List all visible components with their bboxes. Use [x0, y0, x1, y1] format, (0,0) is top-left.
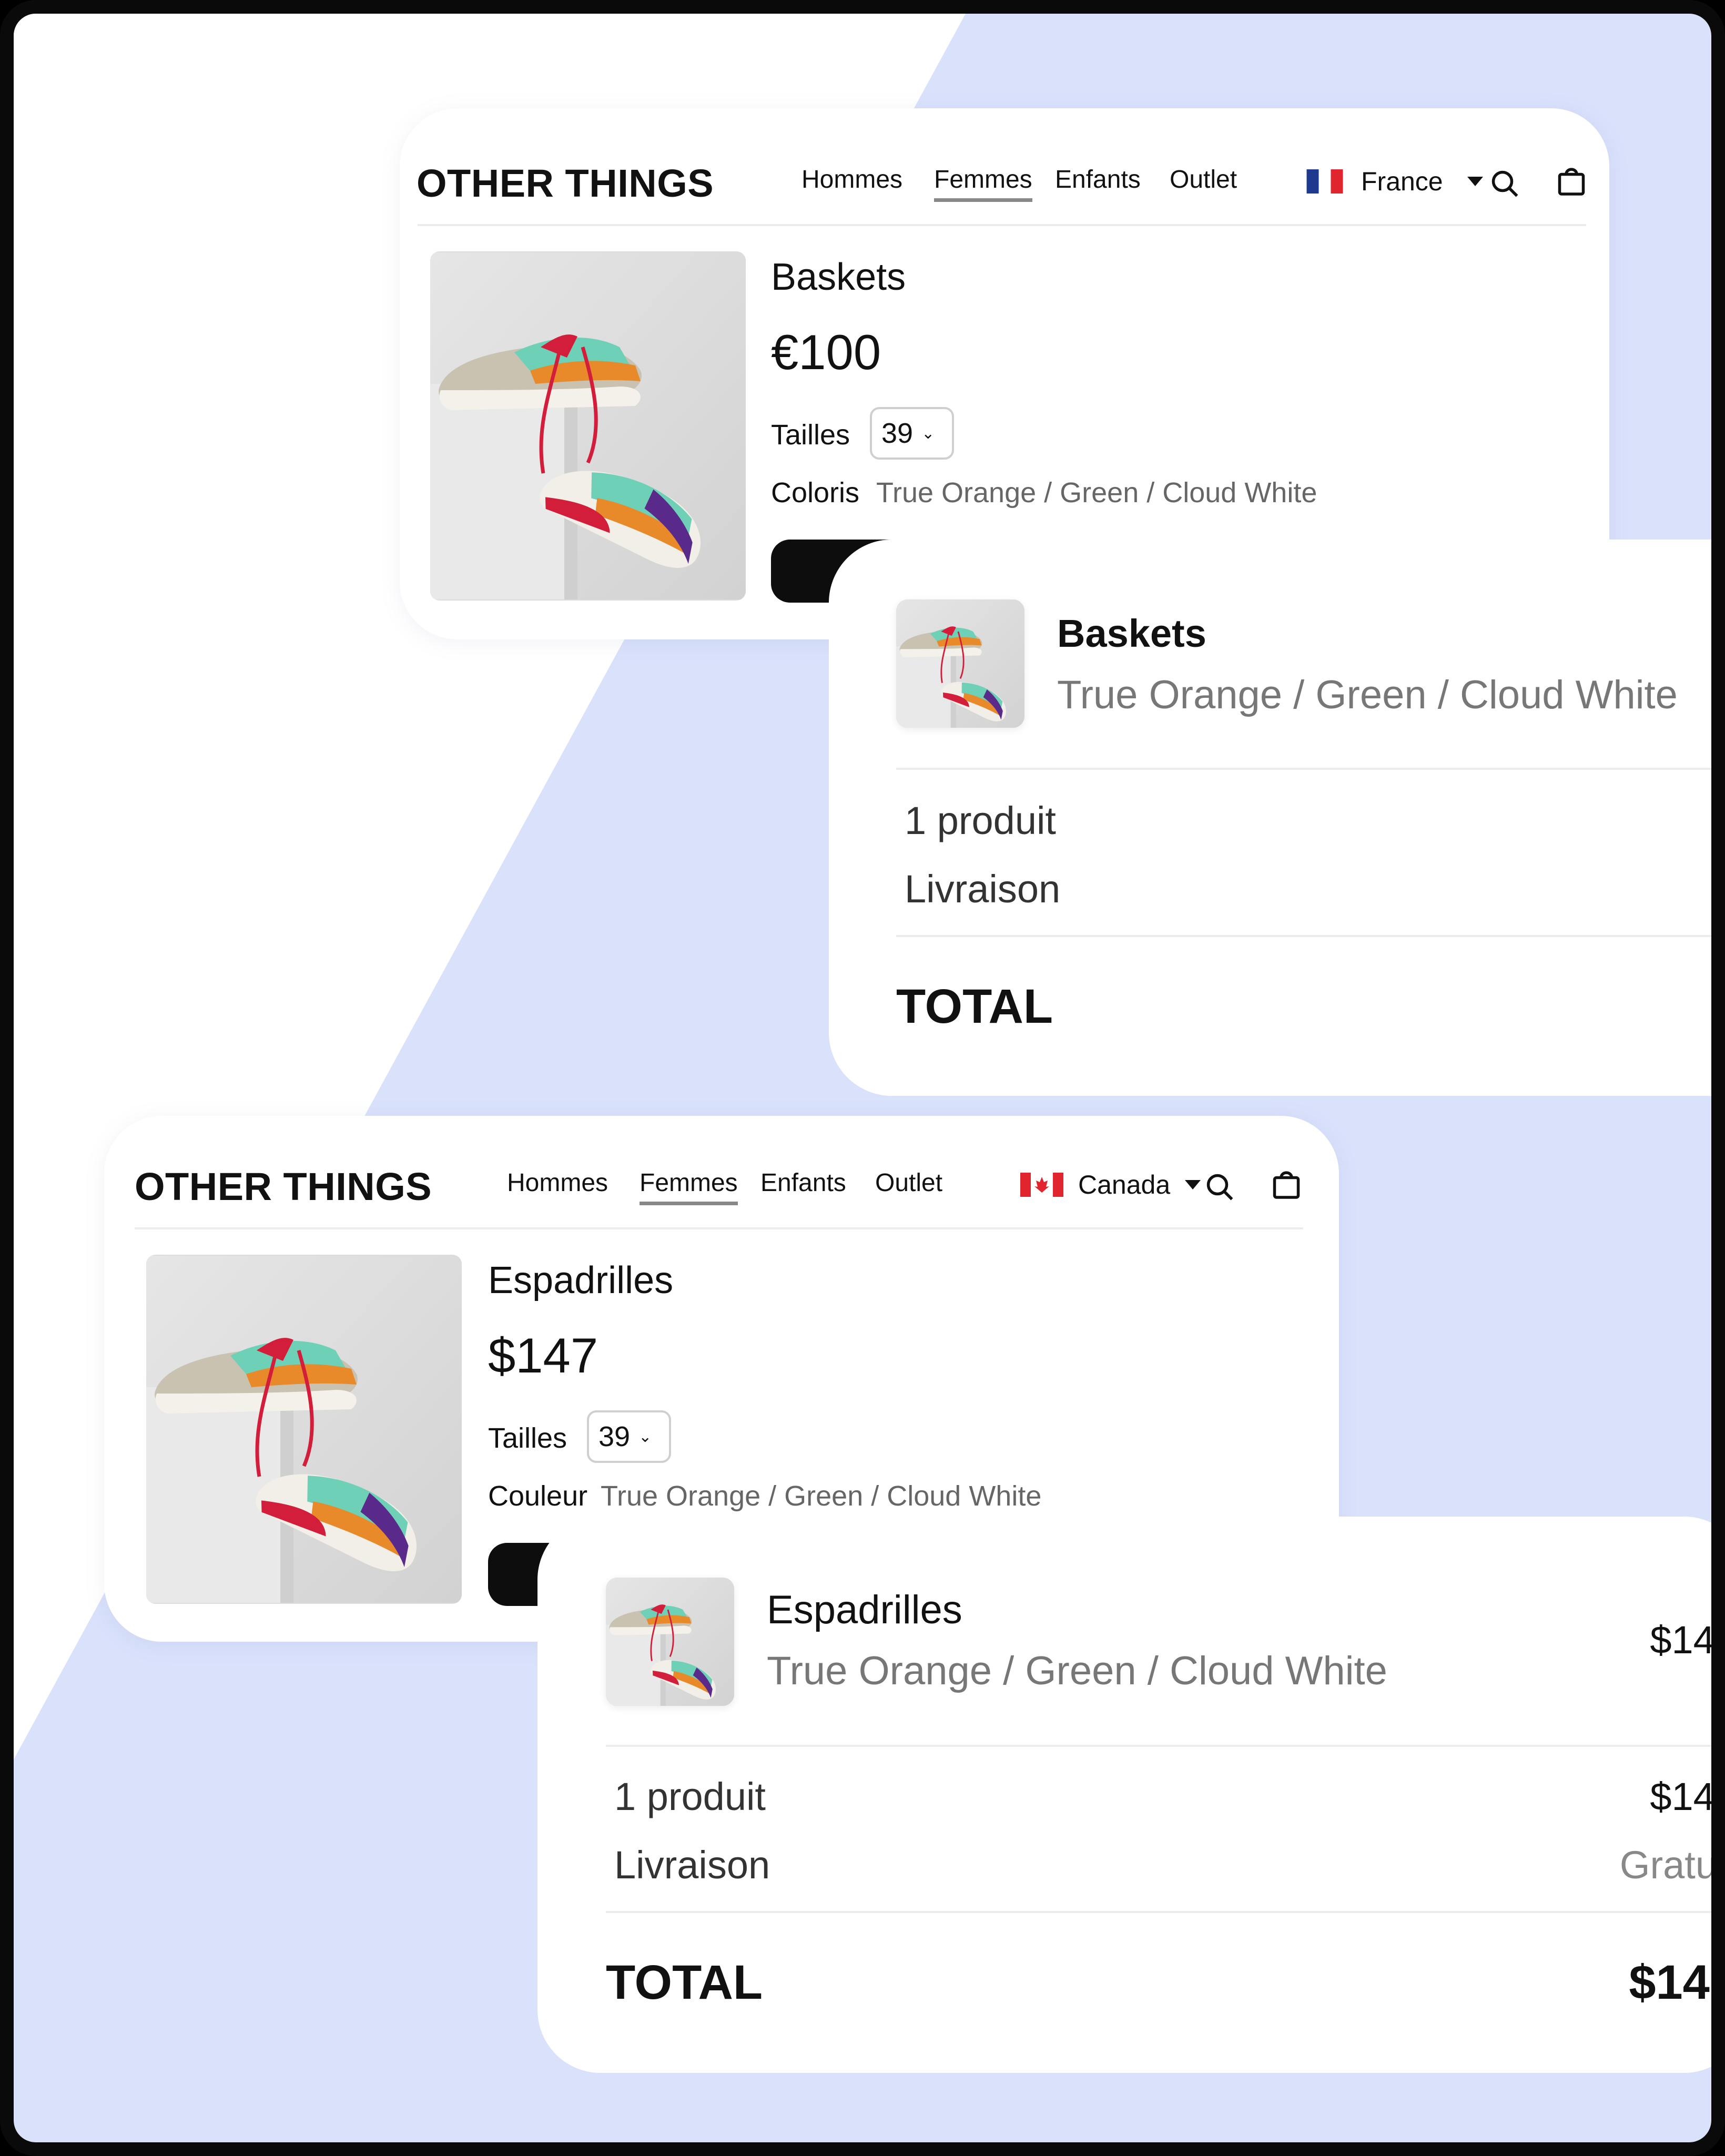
france-cart-card: Baskets True Orange / Green / Cloud Whit… — [829, 540, 1711, 1096]
country-selector[interactable]: France — [1303, 166, 1483, 197]
size-label: Tailles — [771, 419, 850, 451]
product-name: Espadrilles — [488, 1259, 674, 1301]
cart-item-variant: True Orange / Green / Cloud White — [1057, 673, 1678, 717]
cart-item-price: $147 — [1650, 1618, 1715, 1662]
size-label: Tailles — [488, 1422, 567, 1454]
nav-femmes[interactable]: Femmes — [640, 1168, 738, 1205]
cart-item-variant: True Orange / Green / Cloud White — [767, 1649, 1387, 1693]
cart-item-image — [606, 1578, 734, 1706]
chevron-down-icon — [1185, 1180, 1201, 1189]
size-value: 39 — [881, 418, 914, 449]
nav-hommes[interactable]: Hommes — [801, 165, 902, 194]
total-label: TOTAL — [896, 980, 1053, 1033]
store-logo[interactable]: OTHER THINGS — [417, 161, 714, 206]
nav-femmes[interactable]: Femmes — [934, 165, 1032, 202]
total-label: TOTAL — [606, 1956, 763, 2009]
shopping-bag-icon[interactable] — [1271, 1168, 1302, 1200]
color-label: Couleur — [488, 1480, 588, 1512]
cart-divider — [606, 1911, 1711, 1913]
france-flag-icon — [1303, 169, 1346, 194]
product-name: Baskets — [771, 256, 906, 298]
chevron-down-icon: ⌄ — [921, 424, 935, 442]
size-value: 39 — [598, 1421, 631, 1452]
item-count-label: 1 produit — [905, 799, 1056, 842]
nav-enfants[interactable]: Enfants — [760, 1168, 846, 1197]
nav-hommes[interactable]: Hommes — [507, 1168, 608, 1197]
country-label: Canada — [1078, 1170, 1171, 1199]
color-label: Coloris — [771, 477, 860, 509]
color-value: True Orange / Green / Cloud White — [601, 1480, 1042, 1512]
shipping-value: Gratuit — [1619, 1843, 1725, 1887]
cart-item-image — [896, 599, 1024, 728]
search-icon[interactable] — [1489, 168, 1521, 200]
country-selector[interactable]: Canada — [1020, 1169, 1201, 1200]
size-select[interactable]: 39 ⌄ — [587, 1410, 671, 1463]
chevron-down-icon — [1467, 177, 1483, 186]
cart-divider — [896, 768, 1711, 770]
shipping-label: Livraison — [614, 1843, 770, 1887]
total-value: $147 — [1629, 1956, 1711, 2009]
cart-divider — [896, 935, 1711, 937]
cart-divider — [606, 1745, 1711, 1747]
item-count-label: 1 produit — [614, 1775, 766, 1818]
header-divider — [135, 1227, 1303, 1229]
size-select[interactable]: 39 ⌄ — [870, 407, 954, 460]
canada-flag-icon — [1020, 1173, 1063, 1197]
canada-cart-card: Espadrilles True Orange / Green / Cloud … — [537, 1517, 1725, 2073]
cart-item-name: Espadrilles — [767, 1588, 962, 1632]
nav-outlet[interactable]: Outlet — [1170, 165, 1237, 194]
color-value: True Orange / Green / Cloud White — [876, 477, 1317, 509]
item-count-value: $147 — [1650, 1775, 1715, 1818]
shopping-bag-icon[interactable] — [1556, 165, 1587, 197]
product-price: €100 — [771, 324, 881, 380]
country-label: France — [1361, 167, 1443, 196]
header-divider — [418, 224, 1586, 226]
shipping-label: Livraison — [905, 867, 1061, 911]
product-image[interactable] — [146, 1255, 462, 1604]
chevron-down-icon: ⌄ — [638, 1428, 652, 1446]
nav-enfants[interactable]: Enfants — [1055, 165, 1141, 194]
product-image[interactable] — [430, 251, 746, 601]
store-logo[interactable]: OTHER THINGS — [135, 1164, 432, 1209]
product-price: $147 — [488, 1328, 598, 1383]
cart-item-name: Baskets — [1057, 612, 1206, 655]
search-icon[interactable] — [1204, 1172, 1236, 1203]
nav-outlet[interactable]: Outlet — [875, 1168, 942, 1197]
app-frame: OTHER THINGS Hommes Femmes Enfants Outle… — [0, 0, 1725, 2156]
